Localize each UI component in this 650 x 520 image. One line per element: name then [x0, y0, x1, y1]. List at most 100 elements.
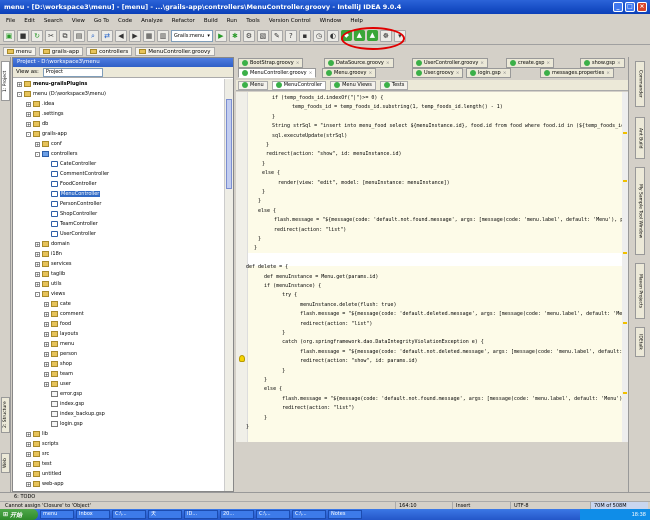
commander-tool-tab[interactable]: Commander: [635, 61, 645, 107]
vcs-icon[interactable]: ✎: [270, 29, 283, 42]
expand-icon[interactable]: +: [26, 481, 31, 487]
taskbar-task[interactable]: 天: [148, 510, 182, 519]
maven-projects-tool-tab[interactable]: Maven Projects: [635, 263, 645, 319]
tree-node[interactable]: + .idea: [26, 99, 54, 109]
todo-tool-tab[interactable]: 6: TODO: [14, 494, 35, 500]
expand-icon[interactable]: +: [26, 121, 31, 127]
menu-go-to[interactable]: Go To: [94, 18, 109, 24]
expand-icon[interactable]: +: [26, 471, 31, 477]
expand-icon[interactable]: +: [44, 381, 49, 387]
tree-node[interactable]: PersonController: [44, 199, 101, 209]
menu-window[interactable]: Window: [320, 18, 342, 24]
taskbar-task[interactable]: Inbox: [76, 510, 110, 519]
code-editor[interactable]: if (temp_foods_id.indexOf("|")>= 0) { te…: [236, 92, 628, 442]
editor-tab[interactable]: MenuController.groovy ×: [238, 68, 317, 78]
menu-view[interactable]: View: [72, 18, 85, 24]
structure-tab[interactable]: Menu: [238, 80, 268, 90]
tree-node[interactable]: - grails-app: [26, 129, 67, 139]
expand-icon[interactable]: +: [35, 241, 40, 247]
open-icon[interactable]: ▣: [3, 29, 15, 42]
editor-tab[interactable]: Menu.groovy ×: [322, 68, 377, 78]
menu-file[interactable]: File: [6, 18, 15, 24]
close-tab-icon[interactable]: ×: [480, 61, 484, 66]
close-icon[interactable]: ×: [637, 2, 647, 12]
compile-icon[interactable]: ▥: [157, 29, 169, 42]
web-tool-tab[interactable]: Web: [1, 453, 10, 473]
taskbar-task[interactable]: ID...: [184, 510, 218, 519]
tree-node[interactable]: + taglib: [35, 269, 65, 279]
menu-refactor[interactable]: Refactor: [172, 18, 195, 24]
tree-node[interactable]: index.gsp: [44, 399, 84, 409]
collapse-icon[interactable]: -: [26, 131, 31, 137]
tree-node[interactable]: FoodController: [44, 179, 97, 189]
expand-icon[interactable]: +: [35, 141, 40, 147]
tree-node[interactable]: + food: [44, 319, 71, 329]
back-icon[interactable]: ◀: [115, 29, 127, 42]
tree-node[interactable]: TeamController: [44, 219, 98, 229]
expand-icon[interactable]: +: [44, 311, 49, 317]
breadcrumb-item[interactable]: MenuController.groovy: [135, 47, 215, 56]
close-tab-icon[interactable]: ×: [617, 61, 621, 66]
stop-icon[interactable]: ▪: [298, 29, 311, 42]
tree-node[interactable]: - menu (D:\workspace3\menu): [17, 89, 106, 99]
forward-icon[interactable]: ▶: [129, 29, 141, 42]
copy-icon[interactable]: ⧉: [59, 29, 71, 42]
tree-node[interactable]: + layouts: [44, 329, 78, 339]
sync-icon[interactable]: ↻: [31, 29, 43, 42]
editor-tab[interactable]: User.groovy ×: [412, 68, 464, 78]
tree-node[interactable]: - controllers: [35, 149, 77, 159]
close-tab-icon[interactable]: ×: [368, 71, 372, 76]
expand-icon[interactable]: +: [17, 81, 22, 87]
close-tab-icon[interactable]: ×: [606, 71, 610, 76]
expand-icon[interactable]: +: [26, 461, 31, 467]
expand-icon[interactable]: +: [44, 361, 49, 367]
tree-node[interactable]: + user: [44, 379, 71, 389]
tree-node[interactable]: + i18n: [35, 249, 62, 259]
editor-tab[interactable]: messages.properties ×: [540, 68, 614, 78]
tree-node[interactable]: + .settings: [26, 109, 64, 119]
tree-node[interactable]: + src: [26, 449, 49, 459]
tree-node[interactable]: + untitled: [26, 469, 61, 479]
tree-node[interactable]: + db: [26, 119, 48, 129]
save-icon[interactable]: ■: [17, 29, 29, 42]
editor-tab[interactable]: show.gsp ×: [580, 58, 625, 68]
expand-icon[interactable]: +: [44, 331, 49, 337]
tree-node[interactable]: MenuController: [44, 189, 101, 199]
tree-node[interactable]: + conf: [35, 139, 62, 149]
tree-node[interactable]: index_backup.gsp: [44, 409, 105, 419]
tree-node[interactable]: + cate: [44, 299, 71, 309]
taskbar-task[interactable]: menu: [40, 510, 74, 519]
tree-node[interactable]: + person: [44, 349, 77, 359]
replace-icon[interactable]: ⇄: [101, 29, 113, 42]
expand-icon[interactable]: +: [26, 101, 31, 107]
expand-icon[interactable]: +: [26, 431, 31, 437]
editor-tab[interactable]: BootStrap.groovy ×: [238, 58, 304, 68]
history-icon[interactable]: ◷: [312, 29, 325, 42]
tree-node[interactable]: + lib: [26, 429, 48, 439]
close-tab-icon[interactable]: ×: [309, 71, 313, 76]
expand-icon[interactable]: +: [26, 451, 31, 457]
close-tab-icon[interactable]: ×: [456, 71, 460, 76]
tree-node[interactable]: + menu-grailsPlugins: [17, 79, 87, 89]
cut-icon[interactable]: ✂: [45, 29, 57, 42]
menu-help[interactable]: Help: [350, 18, 363, 24]
tree-node[interactable]: + test: [26, 459, 52, 469]
error-stripe[interactable]: [622, 92, 628, 442]
tree-node[interactable]: + services: [35, 259, 72, 269]
clock[interactable]: 18:38: [632, 512, 646, 518]
tree-node[interactable]: CateController: [44, 159, 96, 169]
menu-code[interactable]: Code: [118, 18, 132, 24]
idetalk-tool-tab[interactable]: IDEtalk: [635, 327, 645, 357]
breadcrumb-item[interactable]: controllers: [86, 47, 133, 56]
close-tab-icon[interactable]: ×: [386, 61, 390, 66]
close-tab-icon[interactable]: ×: [503, 71, 507, 76]
tree-node[interactable]: login.gsp: [44, 419, 83, 429]
expand-icon[interactable]: +: [35, 271, 40, 277]
expand-icon[interactable]: +: [35, 251, 40, 257]
tree-node[interactable]: + shop: [44, 359, 72, 369]
menu-analyze[interactable]: Analyze: [141, 18, 163, 24]
taskbar-task[interactable]: C:\...: [112, 510, 146, 519]
minimize-icon[interactable]: _: [613, 2, 623, 12]
structure-tool-tab[interactable]: 2: Structure: [1, 397, 10, 433]
collapse-icon[interactable]: -: [35, 151, 40, 157]
